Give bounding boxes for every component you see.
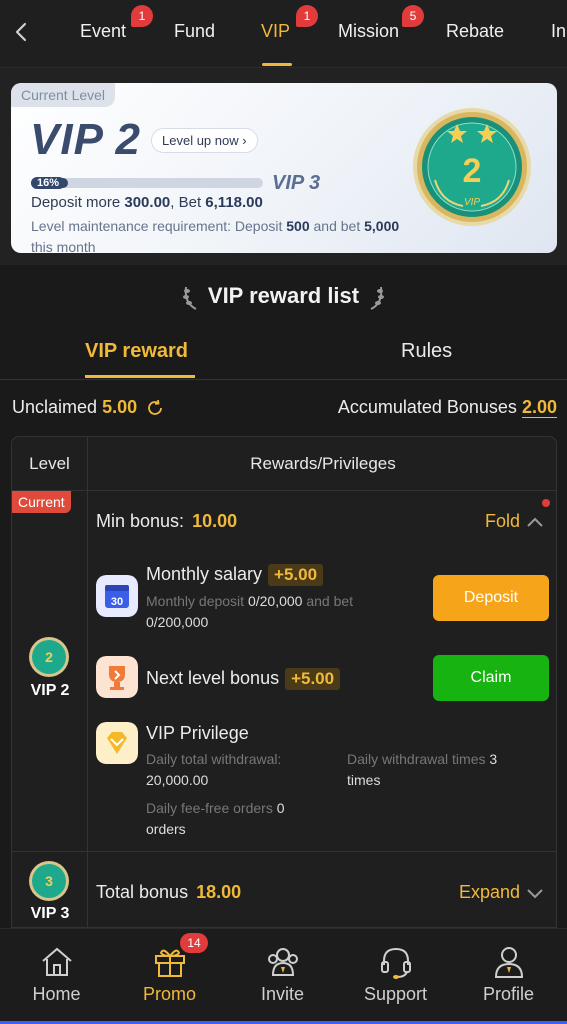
level-cell-vip2: Current 2 VIP 2 bbox=[12, 491, 88, 852]
tab-mission[interactable]: Mission bbox=[338, 21, 399, 42]
promo-badge: 14 bbox=[180, 933, 208, 953]
level-name-vip2: VIP 2 bbox=[30, 682, 70, 699]
nav-profile-label: Profile bbox=[482, 984, 535, 1004]
maintenance-requirement: Level maintenance requirement: Deposit 5… bbox=[31, 218, 400, 253]
mission-badge: 5 bbox=[402, 5, 424, 27]
vip-card-section: Current Level VIP 2 Level up now › 16% V… bbox=[0, 68, 567, 265]
monthly-salary-requirement: Monthly deposit 0/20,000 and bet 0/200,0… bbox=[146, 593, 354, 630]
laurel-right-icon bbox=[370, 287, 385, 311]
reward-list-title-text: VIP reward list bbox=[207, 283, 360, 308]
daily-total-withdrawal: Daily total withdrawal: 20,000.00 bbox=[146, 751, 282, 788]
rewards-cell-vip2: Min bonus: 10.00 Fold 30 Monthly salary +5… bbox=[88, 491, 556, 852]
next-vip-level: VIP 3 bbox=[272, 172, 321, 194]
svg-text:2: 2 bbox=[45, 649, 53, 665]
top-tab-bar: Event 1 Fund VIP 1 Mission 5 Rebate In bbox=[0, 0, 567, 68]
vip-progress-bar bbox=[31, 178, 263, 188]
vip-level-card: Current Level VIP 2 Level up now › 16% V… bbox=[11, 83, 557, 253]
daily-fee-free-orders: Daily fee-free orders 0 orders bbox=[146, 800, 285, 837]
monthly-salary-title: Monthly salary +5.00 bbox=[146, 564, 324, 586]
rewards-cell-vip3: Total bonus 18.00 Expand bbox=[88, 852, 556, 927]
chevron-down-icon bbox=[527, 889, 543, 899]
subtab-indicator bbox=[85, 375, 195, 378]
daily-withdrawal-times: Daily withdrawal times 3 times bbox=[347, 751, 498, 788]
tab-vip-reward[interactable]: VIP reward bbox=[85, 340, 188, 363]
chevron-right-icon: › bbox=[242, 133, 247, 148]
vip-badge: 1 bbox=[296, 5, 318, 27]
nav-support[interactable]: Support bbox=[339, 929, 452, 1024]
tab-event[interactable]: Event bbox=[80, 21, 126, 42]
tab-vip[interactable]: VIP bbox=[261, 21, 290, 42]
header-rewards: Rewards/Privileges bbox=[88, 437, 556, 491]
current-tag: Current bbox=[12, 491, 71, 513]
back-arrow-icon[interactable] bbox=[10, 20, 34, 44]
trophy-icon bbox=[96, 656, 138, 698]
reward-list-title: VIP reward list bbox=[0, 283, 567, 311]
expand-toggle[interactable]: Expand bbox=[459, 882, 544, 903]
claim-button[interactable]: Claim bbox=[433, 655, 549, 701]
svg-text:30: 30 bbox=[111, 596, 123, 608]
nav-invite[interactable]: Invite bbox=[226, 929, 339, 1024]
bottom-navigation: Home 14 Promo Invite Support Profile bbox=[0, 928, 567, 1024]
laurel-left-icon bbox=[182, 287, 197, 311]
diamond-icon bbox=[96, 722, 138, 764]
level-name-vip3: VIP 3 bbox=[30, 905, 70, 922]
vip-reward-table: Level Rewards/Privileges Current 2 VIP 2… bbox=[11, 436, 557, 928]
refresh-icon[interactable] bbox=[146, 399, 164, 417]
accumulated-value: 2.00 bbox=[521, 397, 557, 418]
deposit-button[interactable]: Deposit bbox=[433, 575, 549, 621]
nav-promo[interactable]: 14 Promo bbox=[113, 929, 226, 1024]
tab-more[interactable]: In bbox=[551, 21, 566, 42]
medal-text: VIP bbox=[464, 197, 480, 208]
unclaimed-summary: Unclaimed 5.00 bbox=[12, 397, 164, 418]
accumulated-bonuses[interactable]: Accumulated Bonuses 2.00 bbox=[338, 397, 557, 418]
vip-privilege-title: VIP Privilege bbox=[146, 723, 249, 743]
vip2-medal-icon: 2 bbox=[29, 637, 69, 677]
divider bbox=[0, 379, 567, 380]
calendar-icon: 30 bbox=[96, 575, 138, 617]
deposit-requirement: Deposit more 300.00, Bet 6,118.00 bbox=[31, 194, 263, 211]
min-bonus: Min bonus: 10.00 bbox=[96, 511, 238, 531]
nav-promo-label: Promo bbox=[142, 984, 196, 1004]
unclaimed-value: 5.00 bbox=[102, 397, 138, 417]
nav-home-label: Home bbox=[32, 984, 81, 1004]
medal-number: 2 bbox=[463, 152, 482, 190]
vip3-medal-icon: 3 bbox=[29, 861, 69, 901]
nav-home[interactable]: Home bbox=[0, 929, 113, 1024]
current-level-label: Current Level bbox=[11, 83, 116, 107]
level-up-label: Level up now bbox=[162, 133, 239, 148]
headset-icon bbox=[381, 947, 411, 979]
active-tab-indicator bbox=[262, 63, 292, 66]
event-badge: 1 bbox=[131, 5, 153, 27]
current-vip-level: VIP 2 bbox=[30, 115, 141, 164]
total-bonus: Total bonus 18.00 bbox=[96, 882, 242, 902]
nav-support-label: Support bbox=[363, 984, 428, 1004]
svg-text:3: 3 bbox=[45, 873, 53, 889]
level-cell-vip3: 3 VIP 3 bbox=[12, 852, 88, 927]
next-level-bonus-title: Next level bonus +5.00 bbox=[146, 668, 341, 690]
tab-fund[interactable]: Fund bbox=[174, 21, 215, 42]
level-up-button[interactable]: Level up now › bbox=[151, 128, 258, 153]
profile-icon bbox=[494, 947, 524, 978]
chevron-up-icon bbox=[527, 517, 543, 527]
fold-toggle[interactable]: Fold bbox=[485, 511, 544, 532]
home-icon bbox=[42, 947, 72, 976]
vip-medal-icon: 2 VIP bbox=[413, 108, 531, 226]
nav-profile[interactable]: Profile bbox=[452, 929, 565, 1024]
tab-rules[interactable]: Rules bbox=[401, 340, 452, 363]
vip-progress-percent: 16% bbox=[31, 177, 66, 189]
notification-dot bbox=[542, 499, 550, 507]
nav-invite-label: Invite bbox=[260, 984, 305, 1004]
tab-rebate[interactable]: Rebate bbox=[446, 21, 504, 42]
header-level: Level bbox=[12, 437, 88, 491]
invite-icon bbox=[268, 948, 298, 976]
